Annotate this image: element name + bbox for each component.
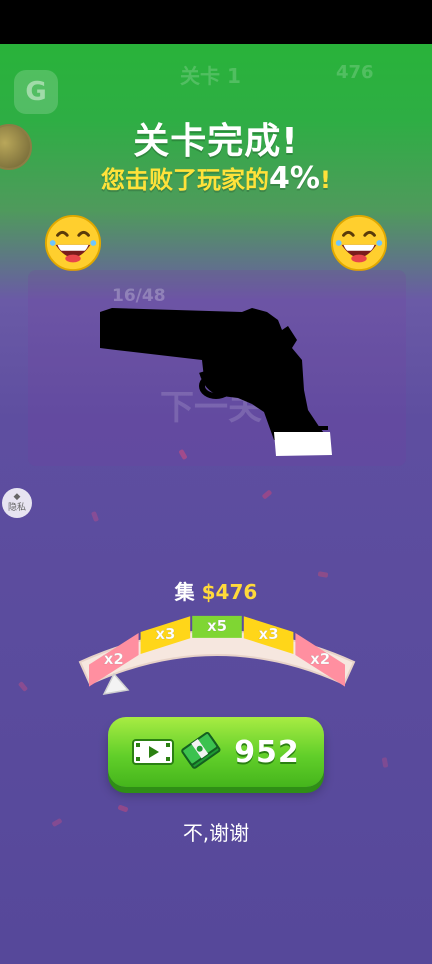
multiplier-wheel: x2 x3 x5 x3 x2 bbox=[78, 615, 356, 695]
shield-icon: ◆ bbox=[13, 492, 21, 502]
subtitle-percent: 4% bbox=[269, 161, 320, 196]
reward-value: 952 bbox=[234, 734, 300, 770]
laughing-emoji-right-icon bbox=[330, 214, 388, 272]
multiplier-label: x2 bbox=[310, 650, 330, 668]
laughing-emoji-left-icon bbox=[44, 214, 102, 272]
multiplier-label: x5 bbox=[207, 617, 227, 635]
subtitle-prefix: 您击败了玩家的 bbox=[101, 166, 270, 194]
app-logo-icon: G bbox=[14, 70, 58, 114]
confetti-piece bbox=[17, 681, 29, 692]
confetti-piece bbox=[261, 489, 273, 500]
confetti-piece bbox=[90, 510, 100, 523]
confetti-piece bbox=[381, 757, 389, 768]
multiplier-label: x3 bbox=[259, 625, 279, 643]
status-bar bbox=[0, 0, 432, 44]
no-thanks-link[interactable]: 不,谢谢 bbox=[0, 817, 432, 846]
confetti-piece bbox=[117, 804, 129, 813]
level-complete-title: 关卡完成! bbox=[133, 121, 299, 162]
cash-stack-icon bbox=[181, 731, 221, 769]
claim-reward-button[interactable]: 952 bbox=[108, 717, 324, 787]
background-coin-counter: 476 bbox=[336, 62, 374, 83]
video-icon bbox=[132, 739, 175, 765]
revolver-unlock-icon bbox=[100, 308, 332, 456]
multiplier-label: x2 bbox=[104, 650, 124, 668]
subtitle-suffix: ! bbox=[319, 166, 331, 194]
collect-label: 集 bbox=[174, 580, 195, 604]
multiplier-label: x3 bbox=[155, 625, 175, 643]
privacy-button[interactable]: ◆ 隐私 bbox=[2, 488, 32, 518]
collect-reward-text: 集 $476 bbox=[0, 576, 432, 605]
collect-amount: $476 bbox=[201, 580, 258, 604]
background-level-label: 关卡 1 bbox=[180, 64, 241, 88]
beat-players-subtitle: 您击败了玩家的4%! bbox=[0, 160, 432, 196]
privacy-label: 隐私 bbox=[7, 503, 26, 513]
